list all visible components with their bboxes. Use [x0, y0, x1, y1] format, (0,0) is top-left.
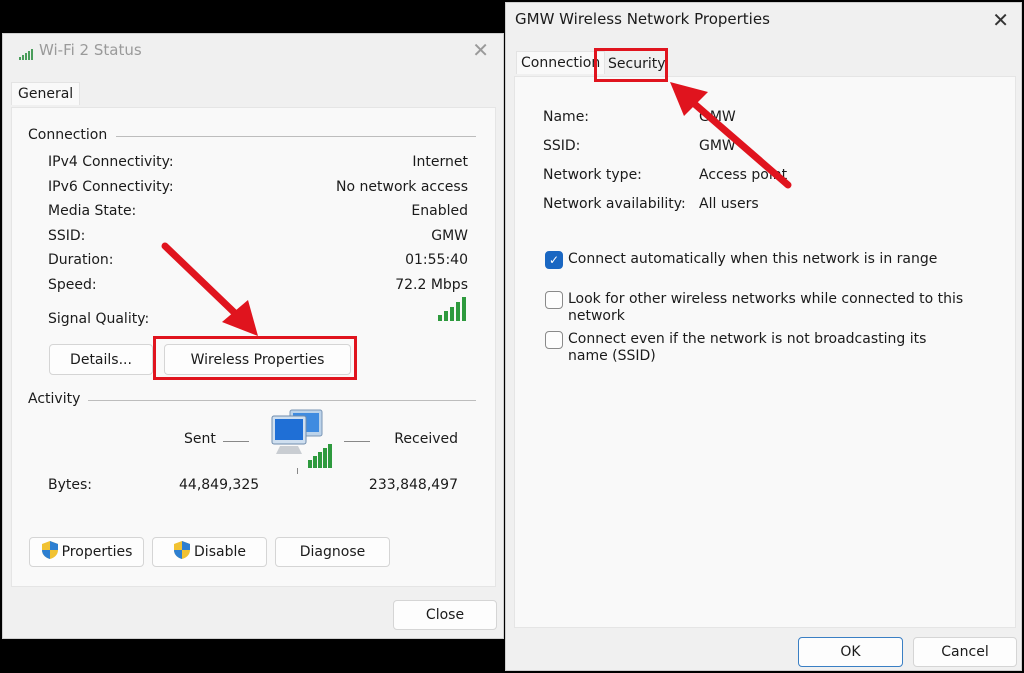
arrow-to-security-tab [670, 82, 792, 189]
annotation-arrows [161, 82, 792, 336]
arrow-to-wireless-properties [161, 242, 258, 336]
